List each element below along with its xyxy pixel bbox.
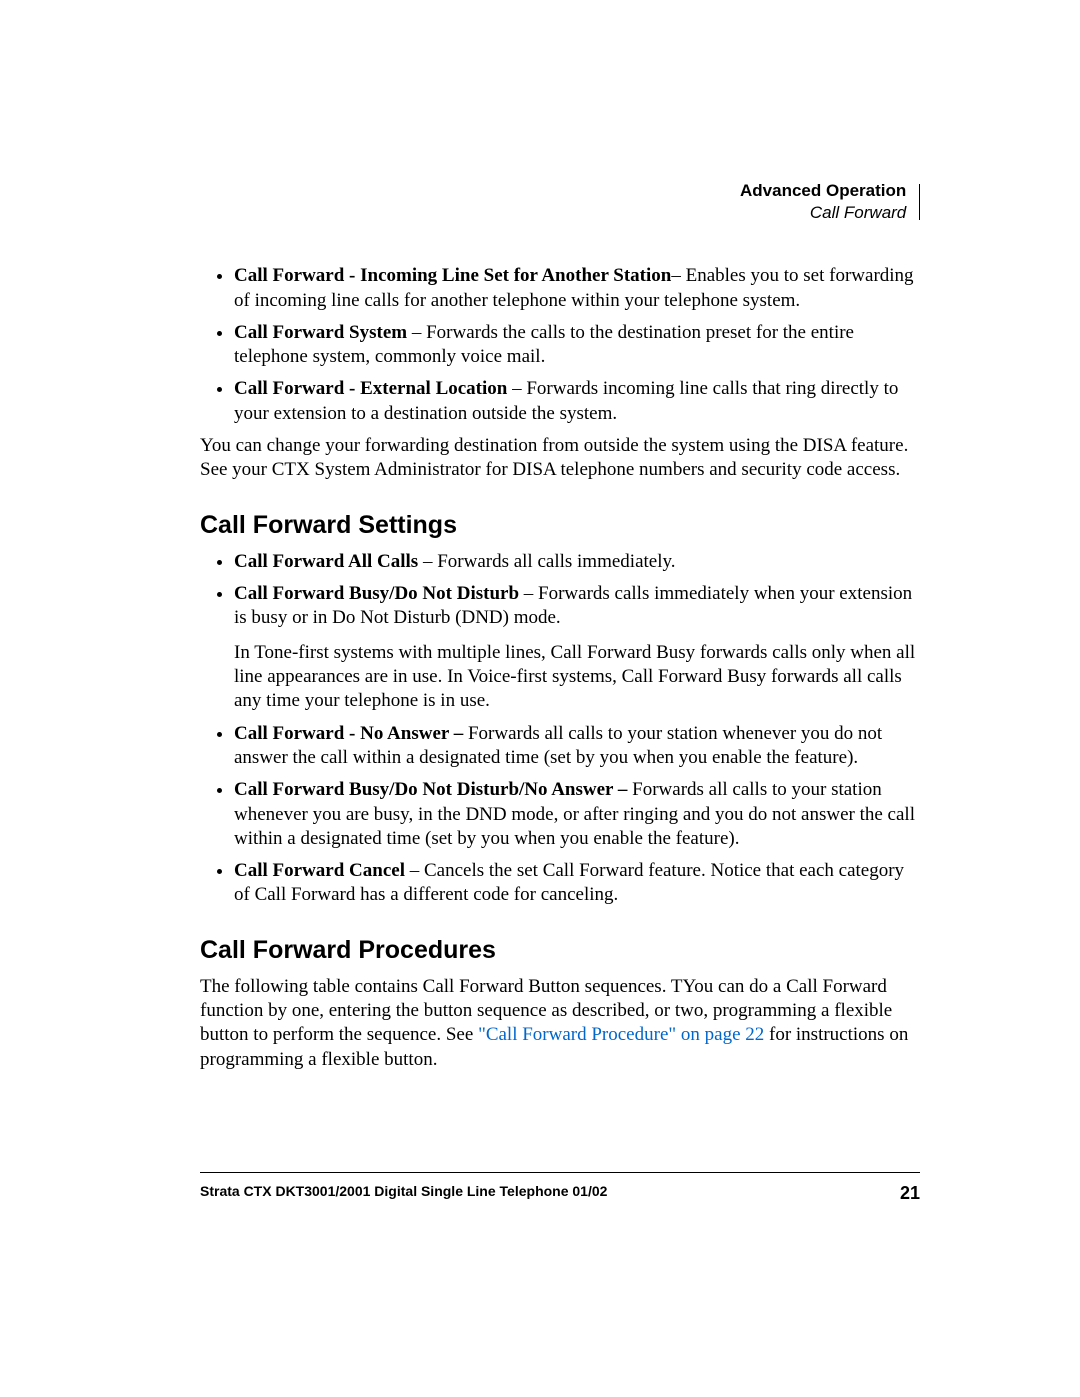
top-paragraph: You can change your forwarding destinati… bbox=[200, 434, 920, 483]
footer-doc-title: Strata CTX DKT3001/2001 Digital Single L… bbox=[200, 1183, 607, 1199]
top-bullet-list: Call Forward - Incoming Line Set for Ano… bbox=[200, 264, 920, 426]
settings-bullet-list: Call Forward All Calls – Forwards all ca… bbox=[200, 550, 920, 908]
xref-link[interactable]: "Call Forward Procedure" on page 22 bbox=[478, 1024, 764, 1045]
procedures-paragraph: The following table contains Call Forwar… bbox=[200, 975, 920, 1072]
list-item: Call Forward Busy/Do Not Disturb/No Answ… bbox=[234, 778, 920, 851]
heading-settings: Call Forward Settings bbox=[200, 511, 920, 540]
list-item: Call Forward - Incoming Line Set for Ano… bbox=[234, 264, 920, 313]
header-section: Call Forward bbox=[810, 203, 906, 222]
header-chapter: Advanced Operation bbox=[740, 181, 906, 200]
footer-page-number: 21 bbox=[900, 1183, 920, 1204]
heading-procedures: Call Forward Procedures bbox=[200, 936, 920, 965]
running-header: Advanced Operation Call Forward bbox=[200, 180, 920, 224]
list-item: Call Forward System – Forwards the calls… bbox=[234, 321, 920, 370]
list-item: Call Forward Cancel – Cancels the set Ca… bbox=[234, 859, 920, 908]
list-item: Call Forward All Calls – Forwards all ca… bbox=[234, 550, 920, 574]
page-footer: Strata CTX DKT3001/2001 Digital Single L… bbox=[200, 1172, 920, 1201]
list-item: Call Forward - External Location – Forwa… bbox=[234, 377, 920, 426]
page: Advanced Operation Call Forward Call For… bbox=[0, 0, 1080, 1301]
list-item: Call Forward Busy/Do Not Disturb – Forwa… bbox=[234, 582, 920, 714]
header-divider bbox=[919, 184, 920, 220]
list-item: Call Forward - No Answer – Forwards all … bbox=[234, 722, 920, 771]
